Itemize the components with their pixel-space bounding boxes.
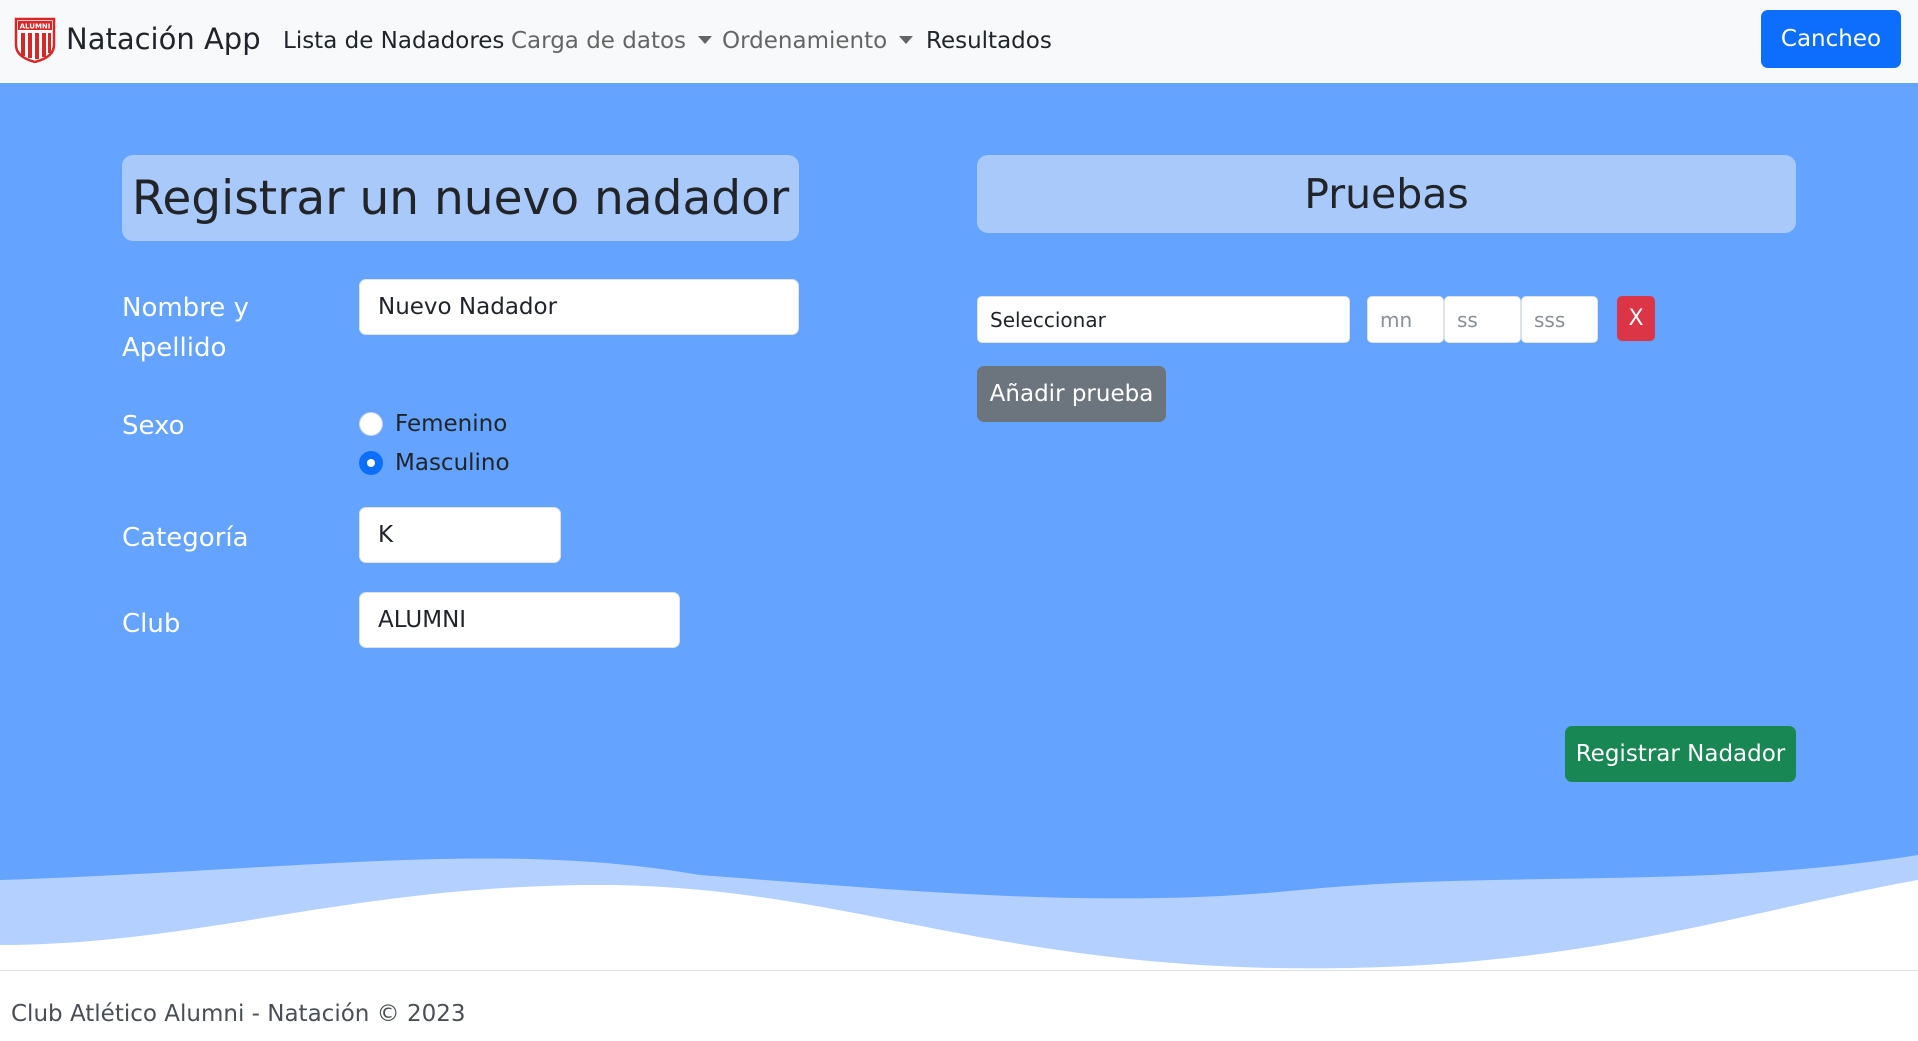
radio-masculino-control[interactable] xyxy=(359,451,383,475)
minutes-input[interactable]: mn xyxy=(1367,296,1444,343)
nav-carga-datos-label: Carga de datos xyxy=(511,28,687,54)
nav-carga-datos[interactable]: Carga de datos xyxy=(511,24,713,58)
user-button[interactable]: Cancheo xyxy=(1761,10,1901,68)
radio-femenino[interactable]: Femenino xyxy=(359,411,507,437)
test-select[interactable]: Seleccionar xyxy=(977,296,1350,343)
form-title: Registrar un nuevo nadador xyxy=(131,170,790,226)
name-label-line2: Apellido xyxy=(122,333,227,363)
radio-masculino-label: Masculino xyxy=(395,450,510,476)
radio-masculino[interactable]: Masculino xyxy=(359,450,510,476)
add-test-button[interactable]: Añadir prueba xyxy=(977,366,1166,422)
wave-decoration xyxy=(0,855,1918,970)
nav-ordenamiento-label: Ordenamiento xyxy=(722,28,888,54)
footer-text: Club Atlético Alumni - Natación © 2023 xyxy=(11,1001,466,1027)
radio-femenino-control[interactable] xyxy=(359,412,383,436)
radio-femenino-label: Femenino xyxy=(395,411,508,437)
category-label: Categoría xyxy=(122,523,249,553)
milliseconds-input[interactable]: sss xyxy=(1521,296,1598,343)
club-shield-logo: ALUMNI xyxy=(14,17,56,63)
sex-label: Sexo xyxy=(122,411,185,441)
navbar: ALUMNI Natación App Lista de Nadadores C… xyxy=(0,0,1918,83)
chevron-down-icon xyxy=(899,36,914,44)
brand-name: Natación App xyxy=(66,22,261,56)
brand[interactable]: ALUMNI Natación App xyxy=(14,14,261,64)
chevron-down-icon xyxy=(698,36,713,44)
name-label: Nombre y Apellido xyxy=(122,288,249,368)
form-title-box: Registrar un nuevo nadador xyxy=(122,155,799,241)
nav-lista-nadadores[interactable]: Lista de Nadadores xyxy=(283,24,504,58)
name-input[interactable]: Nuevo Nadador xyxy=(359,279,799,335)
name-label-line1: Nombre y xyxy=(122,293,249,323)
tests-title: Pruebas xyxy=(1304,170,1469,218)
footer: Club Atlético Alumni - Natación © 2023 xyxy=(0,970,1918,1041)
remove-test-button[interactable]: X xyxy=(1617,296,1655,341)
seconds-input[interactable]: ss xyxy=(1444,296,1521,343)
register-swimmer-button[interactable]: Registrar Nadador xyxy=(1565,726,1796,782)
club-label: Club xyxy=(122,609,181,639)
main-content: Registrar un nuevo nadador Nombre y Apel… xyxy=(0,83,1918,970)
nav-resultados[interactable]: Resultados xyxy=(926,24,1052,58)
tests-title-box: Pruebas xyxy=(977,155,1796,233)
club-input[interactable]: ALUMNI xyxy=(359,592,680,648)
logo-text: ALUMNI xyxy=(20,23,51,31)
nav-ordenamiento[interactable]: Ordenamiento xyxy=(722,24,914,58)
category-input[interactable]: K xyxy=(359,507,561,563)
